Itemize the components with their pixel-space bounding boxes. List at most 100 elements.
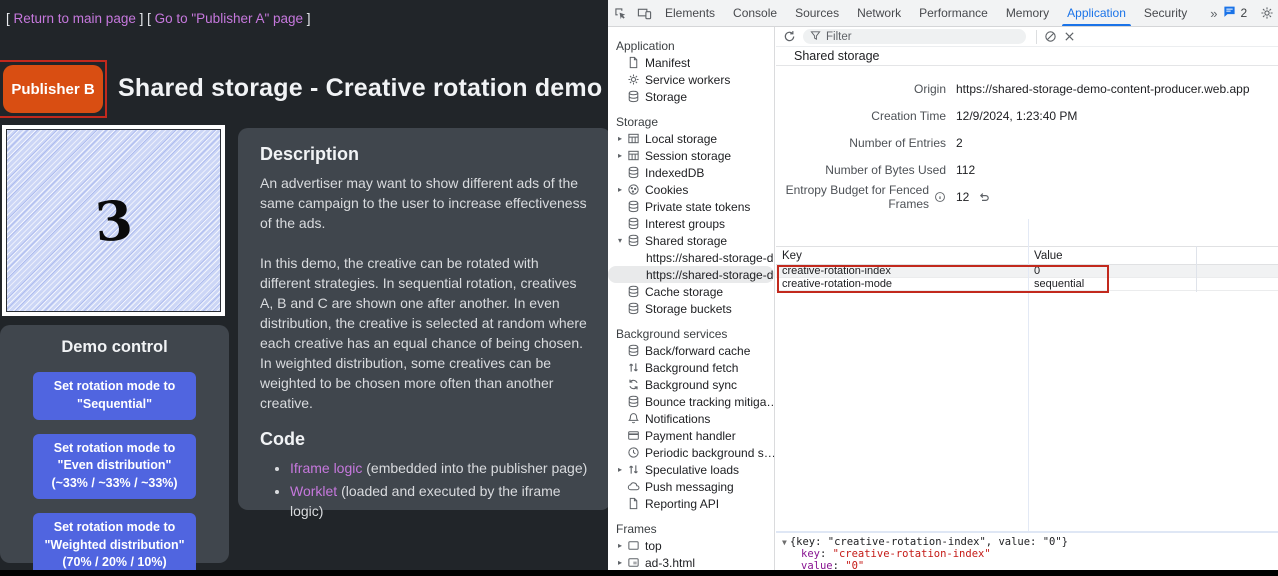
tree-row[interactable]: https://shared-storage-d…: [608, 266, 774, 283]
tree-row[interactable]: Bounce tracking mitiga…: [608, 393, 774, 410]
disclosure-arrow-icon[interactable]: ▸: [614, 185, 626, 194]
demo-control-panel: Demo control Set rotation mode to"Sequen…: [0, 325, 229, 563]
set-rotation-mode-button[interactable]: Set rotation mode to"Weighted distributi…: [33, 513, 196, 570]
tree-row[interactable]: Background sync: [608, 376, 774, 393]
tree-row[interactable]: Application: [608, 37, 774, 54]
reset-budget-icon[interactable]: [978, 191, 990, 203]
tree-item-icon: [626, 73, 640, 86]
devtools-tab[interactable]: Sources: [786, 0, 848, 26]
tree-row[interactable]: ▸ Speculative loads: [608, 461, 774, 478]
tree-row[interactable]: Push messaging: [608, 478, 774, 495]
top-nav: [ Return to main page ] [ Go to "Publish…: [6, 11, 311, 26]
tree-row[interactable]: ▸ Session storage: [608, 147, 774, 164]
bracket: [: [6, 11, 14, 26]
devtools-tab[interactable]: Elements: [656, 0, 724, 26]
tree-row[interactable]: Interest groups: [608, 215, 774, 232]
refresh-icon[interactable]: [783, 30, 796, 43]
code-link[interactable]: Iframe logic: [290, 460, 362, 476]
tree-row[interactable]: Background services: [608, 325, 774, 342]
tree-row[interactable]: Background fetch: [608, 359, 774, 376]
tree-item-label: Push messaging: [645, 480, 734, 494]
filter-input[interactable]: Filter: [803, 29, 1026, 44]
tree-row[interactable]: Cache storage: [608, 283, 774, 300]
metadata-value: https://shared-storage-demo-content-prod…: [956, 82, 1250, 96]
settings-gear-icon[interactable]: [1255, 6, 1278, 20]
device-toolbar-icon[interactable]: [632, 0, 656, 26]
clear-all-icon[interactable]: [1044, 30, 1057, 43]
devtools-tab[interactable]: Console: [724, 0, 786, 26]
disclosure-arrow-icon[interactable]: ▸: [614, 151, 626, 160]
tree-row[interactable]: Frames: [608, 520, 774, 537]
more-tabs-icon[interactable]: »: [1210, 6, 1217, 21]
tree-row[interactable]: Reporting API: [608, 495, 774, 512]
devtools-tabbar: ElementsConsoleSourcesNetworkPerformance…: [608, 0, 1278, 27]
metadata-value: 112: [956, 163, 975, 177]
tree-item-icon: [626, 344, 640, 357]
tree-item-label: Private state tokens: [645, 200, 750, 214]
tree-row[interactable]: Periodic background s…: [608, 444, 774, 461]
code-link[interactable]: Worklet: [290, 483, 337, 499]
key-column-header[interactable]: Key: [776, 250, 1028, 262]
devtools-tab[interactable]: Security: [1135, 0, 1196, 26]
tree-row[interactable]: Storage buckets: [608, 300, 774, 317]
tree-row[interactable]: Storage: [608, 113, 774, 130]
issues-button[interactable]: 2: [1217, 5, 1253, 21]
tree-row[interactable]: Payment handler: [608, 427, 774, 444]
metadata-value: 12: [956, 190, 969, 204]
tree-row[interactable]: Back/forward cache: [608, 342, 774, 359]
tree-row[interactable]: https://shared-storage-d…: [608, 249, 774, 266]
set-rotation-mode-button[interactable]: Set rotation mode to"Even distribution"(…: [33, 434, 196, 499]
expand-caret-icon[interactable]: ▼: [782, 538, 787, 547]
disclosure-arrow-icon[interactable]: ▸: [614, 465, 626, 474]
tree-item-label: Payment handler: [645, 429, 736, 443]
tree-row[interactable]: Manifest: [608, 54, 774, 71]
return-main-page-link[interactable]: Return to main page: [14, 11, 136, 26]
table-column-divider[interactable]: [1028, 219, 1029, 531]
tree-row[interactable]: Service workers: [608, 71, 774, 88]
inspect-element-icon[interactable]: [608, 0, 632, 26]
disclosure-arrow-icon[interactable]: ▸: [614, 541, 626, 550]
disclosure-arrow-icon[interactable]: ▸: [614, 134, 626, 143]
delete-selected-icon[interactable]: [1064, 31, 1075, 42]
publisher-a-link[interactable]: Go to "Publisher A" page: [155, 11, 303, 26]
tree-row[interactable]: ▸ Cookies: [608, 181, 774, 198]
tree-item-label: Bounce tracking mitiga…: [645, 395, 774, 409]
tree-item-icon: [626, 302, 640, 315]
devtools-tab[interactable]: Performance: [910, 0, 997, 26]
row-key: creative-rotation-index: [776, 265, 1028, 277]
info-icon[interactable]: [934, 191, 946, 203]
metadata-row: Number of Bytes Used 112: [776, 156, 1278, 183]
tree-item-label: Storage: [616, 115, 658, 129]
disclosure-arrow-icon[interactable]: ▸: [614, 558, 626, 567]
tree-row[interactable]: Storage: [608, 88, 774, 105]
metadata-row: Creation Time 12/9/2024, 1:23:40 PM: [776, 102, 1278, 129]
tree-row[interactable]: ▸ Local storage: [608, 130, 774, 147]
tree-row[interactable]: ▾ Shared storage: [608, 232, 774, 249]
tree-row[interactable]: Notifications: [608, 410, 774, 427]
demo-control-buttons: Set rotation mode to"Sequential" Set rota…: [0, 372, 229, 570]
devtools-tab[interactable]: Memory: [997, 0, 1058, 26]
metadata-row: Entropy Budget for Fenced Frames 12: [776, 183, 1278, 210]
column-divider-top[interactable]: [1196, 246, 1197, 292]
toolbar-divider: [1036, 30, 1037, 44]
tabbar-right-controls: 2 ⋮ ✕: [1217, 5, 1278, 21]
publisher-demo-page: [ Return to main page ] [ Go to "Publish…: [0, 0, 608, 570]
devtools-tab[interactable]: Application: [1058, 0, 1135, 26]
tree-item-label: Session storage: [645, 149, 731, 163]
table-row[interactable]: creative-rotation-mode sequential: [776, 278, 1278, 291]
devtools-tab[interactable]: Network: [848, 0, 910, 26]
tree-row[interactable]: ▸ top: [608, 537, 774, 554]
set-rotation-mode-button[interactable]: Set rotation mode to"Sequential": [33, 372, 196, 420]
tree-item-label: Background sync: [645, 378, 737, 392]
tree-item-icon: [626, 90, 640, 103]
disclosure-arrow-icon[interactable]: ▾: [614, 236, 626, 245]
preview-properties: key: "creative-rotation-index"value: "0": [782, 548, 1278, 570]
tree-item-label: https://shared-storage-d…: [646, 251, 774, 265]
tree-row[interactable]: IndexedDB: [608, 164, 774, 181]
tree-item-icon: [626, 234, 640, 247]
tree-item-icon: [626, 412, 640, 425]
tree-row[interactable]: ▸ ad-3.html: [608, 554, 774, 570]
table-row[interactable]: creative-rotation-index 0: [776, 265, 1278, 278]
value-column-header[interactable]: Value: [1028, 250, 1063, 262]
tree-row[interactable]: Private state tokens: [608, 198, 774, 215]
